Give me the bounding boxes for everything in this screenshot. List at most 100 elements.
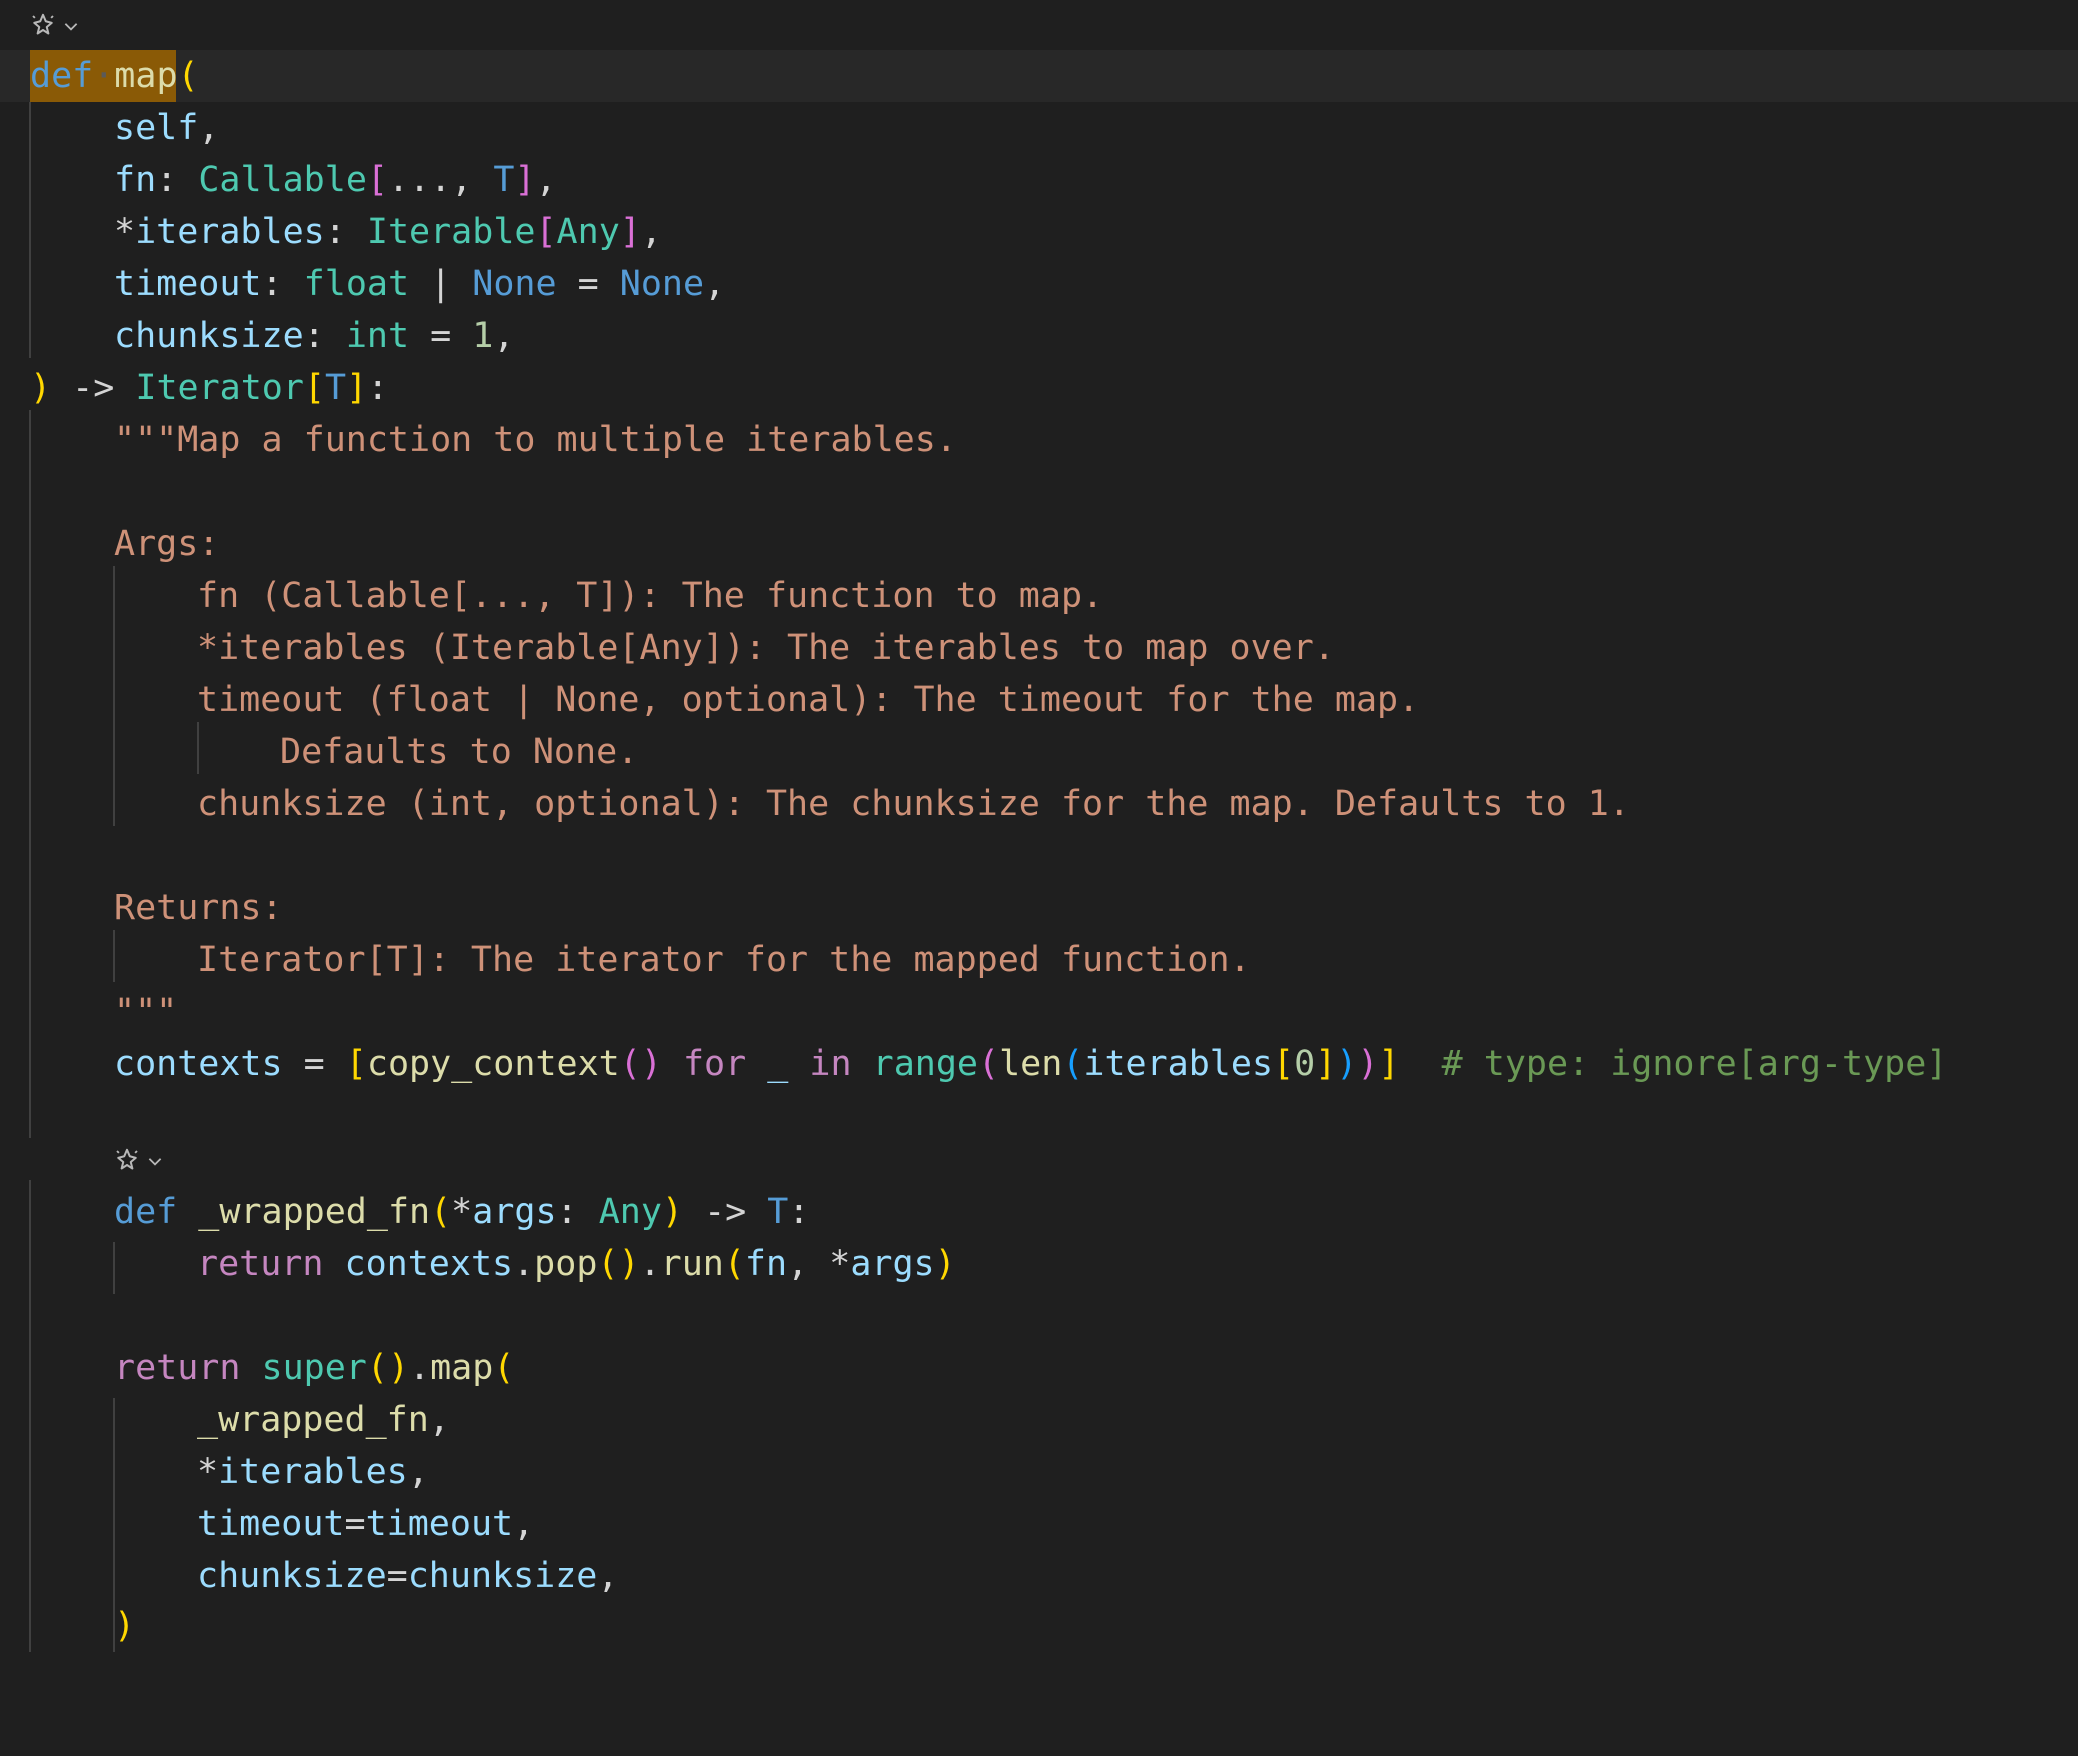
code-line[interactable]: *iterables: Iterable[Any], [0, 206, 2078, 258]
function-name: _wrapped_fn [198, 1192, 431, 1232]
docstring: fn (Callable[..., T]): The function to m… [197, 576, 1104, 616]
code-line[interactable]: *iterables (Iterable[Any]): The iterable… [0, 622, 2078, 674]
operator: * [451, 1192, 473, 1232]
chevron-down-icon [148, 1158, 162, 1166]
operator: -> [51, 368, 136, 408]
code-line[interactable]: """ [0, 986, 2078, 1038]
keyword-argument: chunksize [197, 1556, 387, 1596]
code-line[interactable]: timeout: float | None = None, [0, 258, 2078, 310]
docstring: timeout (float | None, optional): The ti… [197, 680, 1420, 720]
docstring: """ [114, 992, 178, 1032]
punctuation: , [493, 316, 515, 356]
punctuation: : [303, 316, 346, 356]
punctuation: , [428, 1400, 450, 1440]
code-line[interactable]: def _wrapped_fn(*args: Any) -> T: [0, 1186, 2078, 1238]
code-line[interactable]: *iterables, [0, 1446, 2078, 1498]
bracket: ( [723, 1244, 745, 1284]
punctuation: , [640, 212, 662, 252]
bracket: ) [934, 1244, 956, 1284]
type-name: Iterator [135, 368, 304, 408]
variable: contexts [344, 1244, 514, 1284]
punctuation: : [788, 1192, 810, 1232]
variable: iterables [1083, 1044, 1274, 1084]
type-var: T [493, 160, 515, 200]
codelens-copilot[interactable] [112, 1141, 164, 1181]
method-call: pop [534, 1244, 598, 1284]
bracket: [ [345, 1044, 367, 1084]
code-line[interactable]: fn: Callable[..., T], [0, 154, 2078, 206]
operator: = [409, 316, 473, 356]
code-line[interactable]: _wrapped_fn, [0, 1394, 2078, 1446]
code-line[interactable]: fn (Callable[..., T]): The function to m… [0, 570, 2078, 622]
type-name: float [303, 264, 410, 304]
bracket: ) [114, 1606, 136, 1646]
punctuation: : [261, 264, 304, 304]
code-editor[interactable]: def·map( self, fn: Callable[..., T], *it… [0, 0, 2078, 1652]
bracket: ( [619, 1044, 641, 1084]
variable: fn [744, 1244, 788, 1284]
builtin-class: super [261, 1348, 367, 1388]
variable: chunksize [407, 1556, 598, 1596]
variable: iterables [218, 1452, 408, 1492]
bracket: ] [1378, 1044, 1400, 1084]
punctuation: . [513, 1244, 535, 1284]
bracket: ) [387, 1348, 410, 1388]
code-line[interactable]: return super().map( [0, 1342, 2078, 1394]
code-line[interactable]: ) -> Iterator[T]: [0, 362, 2078, 414]
bracket: [ [366, 160, 388, 200]
function-call: copy_context [366, 1044, 620, 1084]
code-line[interactable]: chunksize (int, optional): The chunksize… [0, 778, 2078, 830]
codelens-copilot[interactable] [28, 6, 80, 46]
operator: = [556, 264, 620, 304]
type-var: T [325, 368, 347, 408]
code-line[interactable]: Args: [0, 518, 2078, 570]
code-line[interactable]: chunksize=chunksize, [0, 1550, 2078, 1602]
keyword: in [788, 1044, 873, 1084]
docstring: *iterables (Iterable[Any]): The iterable… [197, 628, 1335, 668]
code-line[interactable]: def·map( [0, 50, 2078, 102]
code-line[interactable]: timeout (float | None, optional): The ti… [0, 674, 2078, 726]
function-call: len [999, 1044, 1063, 1084]
code-line[interactable]: chunksize: int = 1, [0, 310, 2078, 362]
keyword: return [197, 1244, 324, 1284]
bracket: ( [366, 1348, 388, 1388]
code-line[interactable]: self, [0, 102, 2078, 154]
punctuation: , [597, 1556, 619, 1596]
method-call: map [430, 1348, 494, 1388]
operator: * [829, 1244, 851, 1284]
builtin-class: range [872, 1044, 978, 1084]
punctuation: : [367, 368, 389, 408]
punctuation: . [639, 1244, 661, 1284]
code-line[interactable]: Returns: [0, 882, 2078, 934]
punctuation: , [535, 160, 557, 200]
code-line[interactable]: timeout=timeout, [0, 1498, 2078, 1550]
type-name: Any [556, 212, 620, 252]
type-name: Callable [198, 160, 367, 200]
type-name: int [345, 316, 410, 356]
punctuation: : [324, 212, 367, 252]
operator: | [409, 264, 473, 304]
docstring: chunksize (int, optional): The chunksize… [197, 784, 1630, 824]
punctuation: . [409, 1348, 431, 1388]
operator: = [386, 1556, 408, 1596]
code-line[interactable]: ) [0, 1600, 2078, 1652]
variable: contexts [114, 1044, 283, 1084]
parameter: timeout [114, 264, 262, 304]
code-line[interactable]: contexts = [copy_context() for _ in rang… [0, 1038, 2078, 1090]
keyword-argument: timeout [197, 1504, 345, 1544]
code-line[interactable]: return contexts.pop().run(fn, *args) [0, 1238, 2078, 1290]
code-line[interactable]: Defaults to None. [0, 726, 2078, 778]
variable: timeout [365, 1504, 514, 1544]
bracket: ] [1315, 1044, 1337, 1084]
bracket: ) [640, 1044, 662, 1084]
code-line[interactable]: Iterator[T]: The iterator for the mapped… [0, 934, 2078, 986]
bracket: ] [514, 160, 536, 200]
variable: args [850, 1244, 935, 1284]
copilot-sparkle-icon [116, 1148, 138, 1170]
code-line[interactable]: """Map a function to multiple iterables. [0, 414, 2078, 466]
parameter: args [472, 1192, 557, 1232]
punctuation: , [787, 1244, 830, 1284]
copilot-sparkle-icon [32, 13, 54, 35]
keyword: return [114, 1348, 241, 1388]
